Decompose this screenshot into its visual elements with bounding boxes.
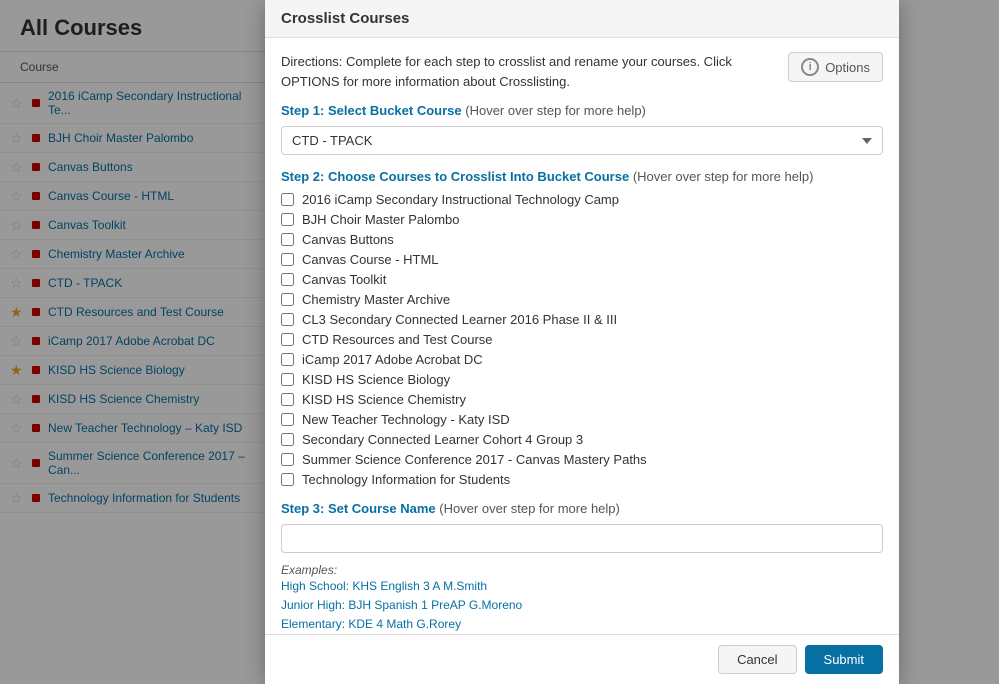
course-checkbox[interactable] [281,233,294,246]
list-item[interactable]: Summer Science Conference 2017 - Canvas … [281,452,883,467]
step1-link[interactable]: Step 1: Select Bucket Course [281,103,462,118]
list-item[interactable]: Canvas Buttons [281,232,883,247]
step3-link[interactable]: Step 3: Set Course Name [281,501,436,516]
options-label: Options [825,60,870,75]
list-item[interactable]: BJH Choir Master Palombo [281,212,883,227]
step2-link[interactable]: Step 2: Choose Courses to Crosslist Into… [281,169,629,184]
options-button[interactable]: i Options [788,52,883,82]
bucket-course-select[interactable]: CTD - TPACK [281,126,883,155]
step2-title: Step 2: Choose Courses to Crosslist Into… [281,169,883,184]
course-checkbox[interactable] [281,293,294,306]
submit-button[interactable]: Submit [805,645,883,674]
example-elementary: Elementary: KDE 4 Math G.Rorey [281,615,883,634]
info-icon: i [801,58,819,76]
list-item[interactable]: Canvas Toolkit [281,272,883,287]
list-item[interactable]: 2016 iCamp Secondary Instructional Techn… [281,192,883,207]
cancel-button[interactable]: Cancel [718,645,796,674]
list-item[interactable]: KISD HS Science Chemistry [281,392,883,407]
course-checkbox[interactable] [281,273,294,286]
course-name-input[interactable] [281,524,883,553]
dialog-body: i Options Directions: Complete for each … [265,38,899,634]
examples-section: Examples: High School: KHS English 3 A M… [281,563,883,634]
list-item[interactable]: CTD Resources and Test Course [281,332,883,347]
dialog-title: Crosslist Courses [281,10,409,27]
example-junior-high: Junior High: BJH Spanish 1 PreAP G.Moren… [281,596,883,615]
course-checkbox[interactable] [281,373,294,386]
step1-title: Step 1: Select Bucket Course (Hover over… [281,103,883,118]
step3-hint: (Hover over step for more help) [439,501,620,516]
course-checkbox[interactable] [281,473,294,486]
list-item[interactable]: Canvas Course - HTML [281,252,883,267]
course-checkbox[interactable] [281,313,294,326]
dialog-footer: Cancel Submit [265,634,899,684]
course-checkbox[interactable] [281,393,294,406]
step1-hint: (Hover over step for more help) [465,103,646,118]
course-checkbox[interactable] [281,433,294,446]
course-checkbox[interactable] [281,353,294,366]
course-checkbox-list: 2016 iCamp Secondary Instructional Techn… [281,192,883,487]
list-item[interactable]: KISD HS Science Biology [281,372,883,387]
list-item[interactable]: New Teacher Technology - Katy ISD [281,412,883,427]
list-item[interactable]: iCamp 2017 Adobe Acrobat DC [281,352,883,367]
list-item[interactable]: Secondary Connected Learner Cohort 4 Gro… [281,432,883,447]
step3-title: Step 3: Set Course Name (Hover over step… [281,501,883,516]
course-checkbox[interactable] [281,333,294,346]
examples-label: Examples: [281,563,883,577]
step2-hint: (Hover over step for more help) [633,169,814,184]
page: All Courses Course ☆ 2016 iCamp Secondar… [0,0,999,684]
dialog-header: Crosslist Courses [265,0,899,38]
course-checkbox[interactable] [281,453,294,466]
course-checkbox[interactable] [281,413,294,426]
options-btn-wrapper: i Options [788,52,883,82]
course-checkbox[interactable] [281,253,294,266]
list-item[interactable]: Technology Information for Students [281,472,883,487]
course-checkbox[interactable] [281,193,294,206]
course-checkbox[interactable] [281,213,294,226]
crosslist-dialog: Crosslist Courses i Options Directions: … [265,0,899,684]
list-item[interactable]: CL3 Secondary Connected Learner 2016 Pha… [281,312,883,327]
example-high-school: High School: KHS English 3 A M.Smith [281,577,883,596]
list-item[interactable]: Chemistry Master Archive [281,292,883,307]
